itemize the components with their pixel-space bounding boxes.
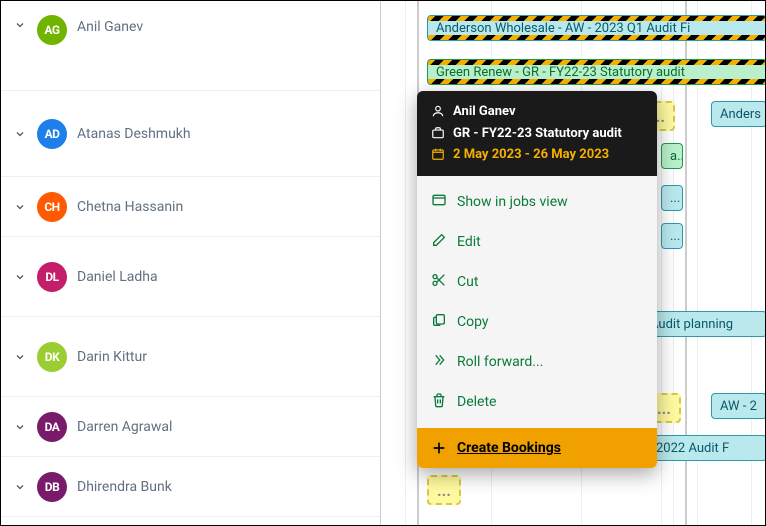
avatar: DL	[37, 262, 67, 292]
booking-bar[interactable]: a...	[661, 143, 683, 169]
booking-bar[interactable]: Anderson Wholesale - AW - 2023 Q1 Audit …	[427, 15, 766, 41]
chevron-down-icon[interactable]	[13, 128, 27, 140]
booking-label: ...	[670, 191, 680, 206]
context-menu-item-cut[interactable]: Cut	[417, 262, 657, 302]
hazard-stripe	[428, 35, 766, 41]
chevron-down-icon[interactable]	[13, 271, 27, 283]
avatar: DA	[37, 412, 67, 442]
context-menu: Anil Ganev GR - FY22-23 Statutory audit …	[417, 91, 657, 468]
create-bookings-label: Create Bookings	[457, 440, 561, 456]
booking-label: ...	[670, 229, 680, 244]
person-name: Atanas Deshmukh	[77, 126, 191, 142]
chevron-down-icon[interactable]	[13, 19, 27, 31]
booking-label: ...	[437, 481, 451, 500]
hazard-stripe	[428, 79, 766, 85]
context-menu-item-edit[interactable]: Edit	[417, 222, 657, 262]
person-row[interactable]: AG Anil Ganev	[1, 1, 380, 91]
avatar-initials: AG	[44, 23, 59, 37]
person-row[interactable]: DK Darin Kittur	[1, 317, 380, 397]
show-icon	[431, 192, 447, 212]
booking-bar[interactable]: Audit planning	[641, 311, 766, 337]
context-job-name: GR - FY22-23 Statutory audit	[453, 125, 622, 143]
avatar-initials: DB	[45, 480, 59, 494]
context-person-name: Anil Ganev	[453, 103, 516, 121]
person-icon	[431, 104, 445, 118]
chevron-down-icon[interactable]	[13, 201, 27, 213]
booking-label: AW - 2	[720, 399, 757, 414]
person-row[interactable]: DB Dhirendra Bunk	[1, 457, 380, 517]
copy-icon	[431, 312, 447, 332]
cut-icon	[431, 272, 447, 292]
person-name: Dhirendra Bunk	[77, 479, 172, 495]
person-name: Darin Kittur	[77, 349, 147, 365]
plus-icon	[431, 440, 447, 456]
create-bookings-button[interactable]: Create Bookings	[417, 428, 657, 468]
calendar-icon	[431, 147, 445, 161]
booking-label: Anderson Wholesale - AW - 2023 Q1 Audit …	[436, 21, 690, 36]
booking-label: Audit planning	[650, 317, 733, 332]
booking-label: ...	[657, 399, 671, 418]
app-frame: AG Anil Ganev AD Atanas Deshmukh CH Chetna Ha…	[0, 0, 766, 526]
context-menu-item-label: Show in jobs view	[457, 194, 568, 210]
avatar: CH	[37, 192, 67, 222]
booking-label: 2022 Audit F	[656, 441, 729, 456]
context-menu-item-roll[interactable]: Roll forward...	[417, 342, 657, 382]
person-name: Chetna Hassanin	[77, 199, 183, 215]
booking-label: Green Renew - GR - FY22-23 Statutory aud…	[436, 65, 685, 80]
timeline-gridline	[405, 1, 406, 525]
context-menu-item-label: Roll forward...	[457, 354, 543, 370]
person-name: Darren Agrawal	[77, 419, 172, 435]
person-row[interactable]: AD Atanas Deshmukh	[1, 91, 380, 177]
context-menu-item-label: Delete	[457, 394, 496, 410]
booking-label: a...	[670, 149, 683, 164]
roll-icon	[431, 352, 447, 372]
avatar: AG	[37, 15, 67, 45]
context-menu-items: Show in jobs view Edit Cut Copy Roll forward…	[417, 176, 657, 428]
avatar-initials: CH	[44, 200, 59, 214]
note-chip[interactable]: ...	[427, 475, 461, 505]
avatar: DK	[37, 342, 67, 372]
chevron-down-icon[interactable]	[13, 481, 27, 493]
avatar: AD	[37, 119, 67, 149]
briefcase-icon	[431, 126, 445, 140]
booking-bar[interactable]: AW - 2	[711, 393, 766, 419]
context-menu-item-label: Cut	[457, 274, 478, 290]
avatar-initials: DK	[45, 350, 59, 364]
people-sidebar: AG Anil Ganev AD Atanas Deshmukh CH Chetna Ha…	[1, 1, 381, 525]
context-date-range: 2 May 2023 - 26 May 2023	[453, 146, 609, 164]
avatar-initials: DA	[45, 420, 60, 434]
edit-icon	[431, 232, 447, 252]
booking-bar[interactable]: ...	[661, 223, 683, 249]
avatar-initials: AD	[45, 127, 60, 141]
chevron-down-icon[interactable]	[13, 421, 27, 433]
context-menu-item-label: Copy	[457, 314, 489, 330]
booking-bar[interactable]: Green Renew - GR - FY22-23 Statutory aud…	[427, 59, 766, 85]
context-menu-item-label: Edit	[457, 234, 481, 250]
booking-bar[interactable]: Anders	[711, 101, 766, 127]
context-menu-item-show[interactable]: Show in jobs view	[417, 182, 657, 222]
delete-icon	[431, 392, 447, 412]
booking-bar[interactable]: 2022 Audit F	[647, 435, 766, 461]
person-row[interactable]: DL Daniel Ladha	[1, 237, 380, 317]
context-menu-header: Anil Ganev GR - FY22-23 Statutory audit …	[417, 91, 657, 176]
booking-bar[interactable]: ...	[661, 185, 683, 211]
context-menu-item-copy[interactable]: Copy	[417, 302, 657, 342]
booking-label: Anders	[720, 107, 761, 122]
chevron-down-icon[interactable]	[13, 351, 27, 363]
context-menu-item-delete[interactable]: Delete	[417, 382, 657, 422]
person-row[interactable]: DA Darren Agrawal	[1, 397, 380, 457]
avatar: DB	[37, 472, 67, 502]
person-row[interactable]: CH Chetna Hassanin	[1, 177, 380, 237]
avatar-initials: DL	[45, 270, 58, 284]
person-name: Daniel Ladha	[77, 269, 158, 285]
person-name: Anil Ganev	[77, 19, 143, 35]
